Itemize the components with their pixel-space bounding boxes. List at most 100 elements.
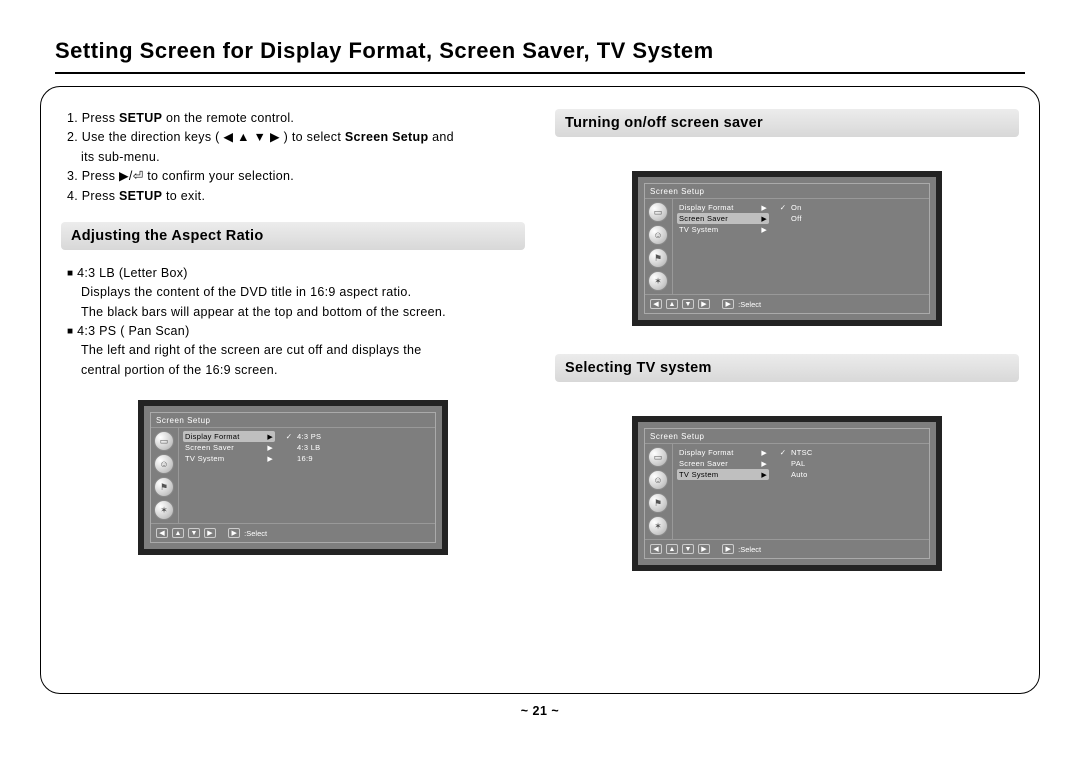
instruction-4: 4. Press SETUP to exit. bbox=[67, 187, 525, 206]
text-bold: SETUP bbox=[119, 189, 162, 203]
osd-tv: Screen Setup ▭ ☺ ⚑ ✶ Display Format▶ Scr… bbox=[632, 416, 942, 571]
menu-display-format: Display Format ▶ bbox=[677, 202, 769, 213]
left-key-icon: ◀ bbox=[156, 528, 168, 538]
chevron-right-icon: ▶ bbox=[761, 226, 767, 234]
osd-inner: Screen Setup ▭ ☺ ⚑ ✶ Display Format▶ Scr… bbox=[644, 428, 930, 559]
osd-icon-column: ▭ ☺ ⚑ ✶ bbox=[645, 199, 673, 294]
up-key-icon: ▲ bbox=[666, 299, 678, 309]
osd-menu: Display Format▶ Screen Saver ▶ TV System ▶ bbox=[673, 444, 773, 539]
osd-footer: ◀ ▲ ▼ ▶ ▶ :Select bbox=[645, 539, 929, 558]
menu-screen-saver: Screen Saver▶ bbox=[183, 442, 275, 453]
text: central portion of the 16:9 screen. bbox=[67, 361, 525, 380]
instruction-3: 3. Press ▶/⏎ to confirm your selection. bbox=[67, 167, 525, 186]
check-icon: ✓ bbox=[779, 448, 787, 457]
bullet-icon: ■ bbox=[67, 326, 73, 337]
label: Off bbox=[791, 214, 802, 223]
down-key-icon: ▼ bbox=[188, 528, 200, 538]
osd-icon-column: ▭ ☺ ⚑ ✶ bbox=[151, 428, 179, 523]
text: 1. Press bbox=[67, 111, 119, 125]
osd-saver: Screen Setup ▭ ☺ ⚑ ✶ Display Format▶ Scr… bbox=[632, 171, 942, 326]
menu-tv-system: TV System▶ bbox=[677, 224, 769, 235]
label: Display Format bbox=[679, 203, 734, 212]
chevron-right-icon: ▶ bbox=[761, 204, 767, 212]
osd-body: ▭ ☺ ⚑ ✶ Display Format▶ Screen Saver ▶ TV… bbox=[645, 444, 929, 539]
osd-inner: Screen Setup ▭ ☺ ⚑ ✶ Display Format▶ Scr… bbox=[644, 183, 930, 314]
instruction-list: 1. Press SETUP on the remote control. 2.… bbox=[61, 109, 525, 206]
section-aspect-ratio: Adjusting the Aspect Ratio bbox=[61, 222, 525, 250]
osd-aspect-wrap: Screen Setup ▭ ☺ ⚑ ✶ Display Format▶ Scr… bbox=[61, 400, 525, 555]
osd-inner: Screen Setup ▭ ☺ ⚑ ✶ Display Format▶ Scr… bbox=[150, 412, 436, 543]
menu-screen-saver: Screen Saver ▶ bbox=[677, 458, 769, 469]
chevron-right-icon: ▶ bbox=[761, 471, 767, 479]
text: 4:3 PS ( Pan Scan) bbox=[77, 324, 189, 338]
chevron-right-icon: ▶ bbox=[761, 215, 767, 223]
screen-icon: ▭ bbox=[648, 447, 668, 467]
right-key-icon: ▶ bbox=[698, 299, 710, 309]
left-key-icon: ◀ bbox=[650, 544, 662, 554]
osd-body: ▭ ☺ ⚑ ✶ Display Format▶ Screen Saver▶ TV… bbox=[151, 428, 435, 523]
opt-on: ✓ On bbox=[777, 202, 925, 213]
osd-title: Screen Setup bbox=[645, 429, 929, 444]
check-icon: ✓ bbox=[779, 203, 787, 212]
text: Displays the content of the DVD title in… bbox=[67, 283, 525, 302]
page-number: ~ 21 ~ bbox=[0, 704, 1080, 718]
text: to exit. bbox=[162, 189, 205, 203]
osd-menu: Display Format▶ Screen Saver▶ TV System▶ bbox=[673, 199, 773, 294]
label: TV System bbox=[185, 454, 224, 463]
label: TV System bbox=[679, 470, 718, 479]
select-label: :Select bbox=[738, 300, 761, 309]
up-key-icon: ▲ bbox=[172, 528, 184, 538]
opt-auto: Auto bbox=[777, 469, 925, 480]
select-label: :Select bbox=[738, 545, 761, 554]
audio-icon: ☺ bbox=[154, 454, 174, 474]
right-column: Turning on/off screen saver Screen Setup… bbox=[555, 109, 1019, 683]
text-bold: SETUP bbox=[119, 111, 162, 125]
down-key-icon: ▼ bbox=[682, 544, 694, 554]
right-key-icon: ▶ bbox=[698, 544, 710, 554]
settings-icon: ✶ bbox=[648, 271, 668, 291]
section-tv-system: Selecting TV system bbox=[555, 354, 1019, 382]
menu-tv-system: TV System ▶ bbox=[677, 469, 769, 480]
opt-43ps: ✓ 4:3 PS bbox=[283, 431, 431, 442]
settings-icon: ✶ bbox=[648, 516, 668, 536]
chevron-right-icon: ▶ bbox=[267, 444, 273, 452]
left-column: 1. Press SETUP on the remote control. 2.… bbox=[61, 109, 525, 683]
opt-pal: PAL bbox=[777, 458, 925, 469]
menu-display-format: Display Format▶ bbox=[183, 431, 275, 442]
label: 4:3 LB bbox=[297, 443, 320, 452]
label: 16:9 bbox=[297, 454, 313, 463]
screen-icon: ▭ bbox=[648, 202, 668, 222]
play-key-icon: ▶ bbox=[228, 528, 240, 538]
osd-icon-column: ▭ ☺ ⚑ ✶ bbox=[645, 444, 673, 539]
screen-icon: ▭ bbox=[154, 431, 174, 451]
page-title: Setting Screen for Display Format, Scree… bbox=[0, 0, 1080, 72]
osd-saver-wrap: Screen Setup ▭ ☺ ⚑ ✶ Display Format▶ Scr… bbox=[555, 171, 1019, 326]
opt-ntsc: ✓NTSC bbox=[777, 447, 925, 458]
text: The black bars will appear at the top an… bbox=[67, 303, 525, 322]
bullet-icon: ■ bbox=[67, 268, 73, 279]
label: Display Format bbox=[185, 432, 240, 441]
chevron-right-icon: ▶ bbox=[761, 460, 767, 468]
instruction-1: 1. Press SETUP on the remote control. bbox=[67, 109, 525, 128]
left-key-icon: ◀ bbox=[650, 299, 662, 309]
text: 2. Use the direction keys ( ◀ ▲ ▼ ▶ ) to… bbox=[67, 130, 345, 144]
text: on the remote control. bbox=[162, 111, 294, 125]
section-screen-saver: Turning on/off screen saver bbox=[555, 109, 1019, 137]
osd-footer: ◀ ▲ ▼ ▶ ▶ :Select bbox=[151, 523, 435, 542]
menu-display-format: Display Format▶ bbox=[677, 447, 769, 458]
settings-icon: ✶ bbox=[154, 500, 174, 520]
label: 4:3 PS bbox=[297, 432, 321, 441]
aspect-ps-head: ■ 4:3 PS ( Pan Scan) bbox=[67, 322, 525, 341]
osd-options: ✓ 4:3 PS 4:3 LB 16:9 bbox=[279, 428, 435, 523]
title-underline bbox=[55, 72, 1025, 74]
opt-off: Off bbox=[777, 213, 925, 224]
osd-tv-wrap: Screen Setup ▭ ☺ ⚑ ✶ Display Format▶ Scr… bbox=[555, 416, 1019, 571]
osd-aspect: Screen Setup ▭ ☺ ⚑ ✶ Display Format▶ Scr… bbox=[138, 400, 448, 555]
text: 4:3 LB (Letter Box) bbox=[77, 266, 188, 280]
down-key-icon: ▼ bbox=[682, 299, 694, 309]
aspect-description: ■ 4:3 LB (Letter Box) Displays the conte… bbox=[61, 264, 525, 380]
label: On bbox=[791, 203, 802, 212]
osd-title: Screen Setup bbox=[645, 184, 929, 199]
check-icon: ✓ bbox=[285, 432, 293, 441]
label: Screen Saver bbox=[679, 459, 728, 468]
